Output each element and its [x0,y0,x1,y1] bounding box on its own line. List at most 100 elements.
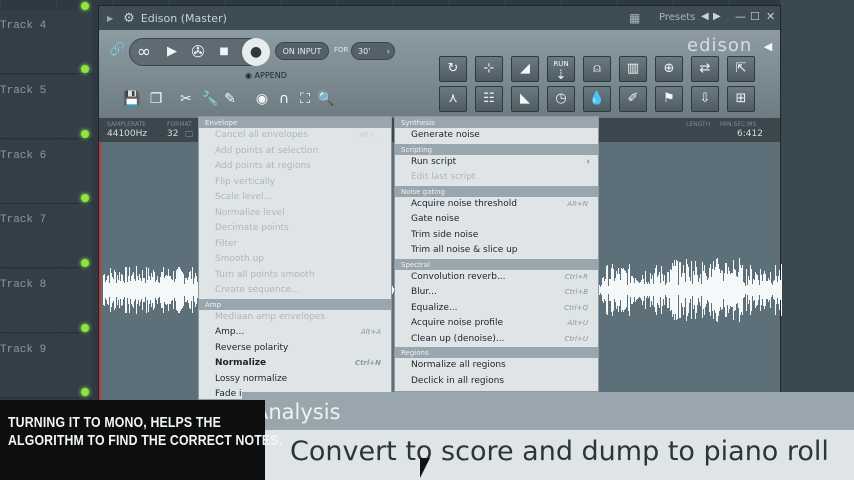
close-icon[interactable]: ✕ [766,10,775,23]
track-mute-led[interactable] [81,2,89,10]
loop-redo-icon[interactable]: ↻ [439,56,467,82]
menu-item-label: Declick in all regions [411,375,505,386]
menu-item[interactable]: Trim side noise [395,228,598,244]
save-icon[interactable]: 💾 [121,88,143,110]
gear-icon[interactable]: ⚙ [123,11,135,26]
clock-icon[interactable]: ◷ [547,86,575,112]
minimize-icon[interactable]: — [735,10,746,23]
cut-icon[interactable]: ✂ [175,88,197,110]
brush-icon[interactable]: ✐ [619,86,647,112]
menu-item[interactable]: Reverse polarity [199,341,391,357]
format-value[interactable]: 32 [167,129,178,139]
run-label: RUN [553,60,569,68]
menu-item[interactable]: Trim all noise & slice up [395,243,598,259]
equalizer-icon[interactable]: ☷ [475,86,503,112]
track-label[interactable]: Track 5 [0,75,92,139]
browser-grid-icon[interactable]: ▦ [629,11,640,25]
link-icon[interactable]: 🔗 [109,42,125,57]
view-eye-icon[interactable]: ◉ [251,88,273,110]
split-icon[interactable]: ⋏ [439,86,467,112]
menu-item[interactable]: Clean up (denoise)... Ctrl+U [395,332,598,348]
menu-item[interactable]: Acquire noise profile Alt+U [395,316,598,332]
track-label[interactable]: Track 9 [0,334,92,398]
format-icon[interactable]: 🗀 [185,129,193,143]
for-duration-field[interactable]: 30' › [351,42,395,60]
menu-item[interactable]: Lossy normalize [199,372,391,388]
scrub-icon[interactable]: ✇ [186,40,210,64]
record-icon[interactable]: ● [242,38,270,66]
menu-item[interactable]: Run script › [395,155,598,171]
swap-icon[interactable]: ⇄ [691,56,719,82]
menu-item-label: Normalize [215,358,267,368]
length-unit-label: MIN:SEC:MS [720,121,757,128]
menu-item-shortcut: Ctrl+N [354,359,381,367]
presets-label[interactable]: Presets [659,12,695,23]
magnet-icon[interactable]: ∩ [273,88,295,110]
menu-item[interactable]: Amp... Alt+A [199,325,391,341]
menu-item[interactable]: Generate noise [395,128,598,144]
menu-item-label: Blur... [411,287,437,297]
play-icon[interactable]: ▶ [160,40,184,64]
track-mute-led[interactable] [81,130,89,138]
preset-prev-icon[interactable]: ◀ [701,11,709,22]
title-bar[interactable]: ▶ ⚙ Edison (Master) ▦ Presets ◀ ▶ — ☐ ✕ [99,6,780,30]
track-mute-led[interactable] [81,388,89,396]
track-mute-led[interactable] [81,324,89,332]
length-label: LENGTH [686,121,711,128]
menu-item-label: Convolution reverb... [411,271,506,282]
fit-view-icon[interactable]: ⛶ [294,88,316,110]
convert-to-score-item[interactable]: Convert to score and dump to piano roll [290,436,829,467]
copy-icon[interactable]: ❐ [145,88,167,110]
track-label[interactable]: Track 6 [0,140,92,204]
trim-icon[interactable]: ⊹ [475,56,503,82]
marker-tag-icon[interactable]: ⚑ [655,86,683,112]
menu-item-shortcut: Ctrl+Q [564,303,588,312]
add-marker-icon[interactable]: ⊕ [655,56,683,82]
drop-icon[interactable]: 💧 [583,86,611,112]
submenu-arrow-icon: › [586,156,590,167]
track-mute-led[interactable] [81,194,89,202]
menu-item: Mediaan amp envelopes [199,310,391,326]
track-label[interactable]: Track 4 [0,10,92,74]
maximize-icon[interactable]: ☐ [750,10,760,23]
menu-item[interactable]: Acquire noise threshold Alt+N [395,197,598,213]
menu-item[interactable]: Normalize all regions [395,358,598,374]
track-mute-led[interactable] [81,259,89,267]
stop-icon[interactable]: ■ [212,40,236,64]
spectrum-icon[interactable]: ▥ [619,56,647,82]
samplerate-value[interactable]: 44100Hz [107,129,147,139]
ramp-icon[interactable]: ◣ [511,86,539,112]
append-option[interactable]: ◉ APPEND [245,71,287,80]
menu-item[interactable]: Equalize... Ctrl+Q [395,301,598,317]
menu-item[interactable]: Blur... Ctrl+B [395,285,598,301]
menu-item[interactable]: Normalize Ctrl+N [199,356,391,372]
expand-arrow-icon[interactable]: ▶ [107,14,113,23]
for-label: FOR [334,46,349,54]
zoom-icon[interactable]: 🔍 [315,88,337,110]
save-dump-icon[interactable]: ⇩ [691,86,719,112]
analysis-section-header: Analysis [242,394,854,430]
run-script-button[interactable]: RUN ⇣ [547,56,575,82]
mouse-cursor-icon [420,458,440,478]
export-icon[interactable]: ⊞ [727,86,755,112]
menu-item: Flip vertically [199,175,391,191]
pencil-icon[interactable]: ✎ [219,88,241,110]
preset-next-icon[interactable]: ▶ [713,11,721,22]
fade-icon[interactable]: ◢ [511,56,539,82]
track-label[interactable]: Track 8 [0,269,92,333]
drag-icon[interactable]: ⇱ [727,56,755,82]
speaker-icon[interactable]: ◀ [757,36,779,58]
menu-item-label: Decimate points [215,223,289,233]
track-mute-led[interactable] [81,65,89,73]
menu-item-label: Mediaan amp envelopes [215,311,326,322]
menu-item[interactable]: Convolution reverb... Ctrl+R [395,270,598,286]
loop-icon[interactable]: ∞ [132,40,156,64]
menu-item[interactable]: Declick in all regions [395,374,598,390]
menu-item-shortcut: Alt+A [360,328,381,336]
generate-icon[interactable]: ⍝ [583,56,611,82]
track-label[interactable]: Track 7 [0,204,92,268]
menu-item[interactable]: Gate noise [395,212,598,228]
tools-wrench-icon[interactable]: 🔧 [199,88,221,110]
zoom-overlay: Analysis Convert to score and dump to pi… [242,392,854,480]
on-input-toggle[interactable]: ON INPUT [275,42,329,60]
